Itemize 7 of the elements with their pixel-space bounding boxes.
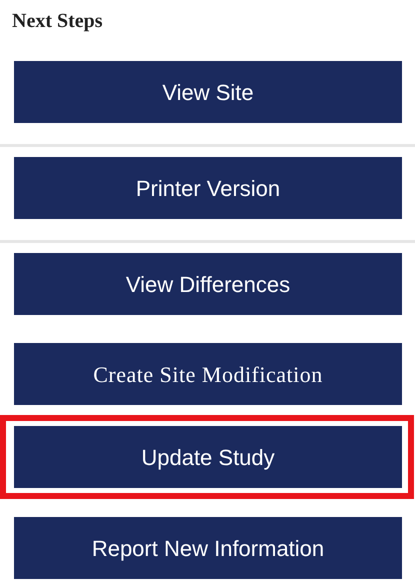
nav-button[interactable]: Update Study — [14, 426, 402, 488]
nav-button[interactable]: Printer Version — [14, 157, 402, 219]
nav-button[interactable]: View Differences — [14, 253, 402, 315]
section-title: Next Steps — [12, 9, 104, 34]
nav-button[interactable]: Report New Information — [14, 517, 402, 579]
nav-button[interactable]: Create Site Modification — [14, 343, 402, 405]
nav-button[interactable]: View Site — [14, 61, 402, 123]
